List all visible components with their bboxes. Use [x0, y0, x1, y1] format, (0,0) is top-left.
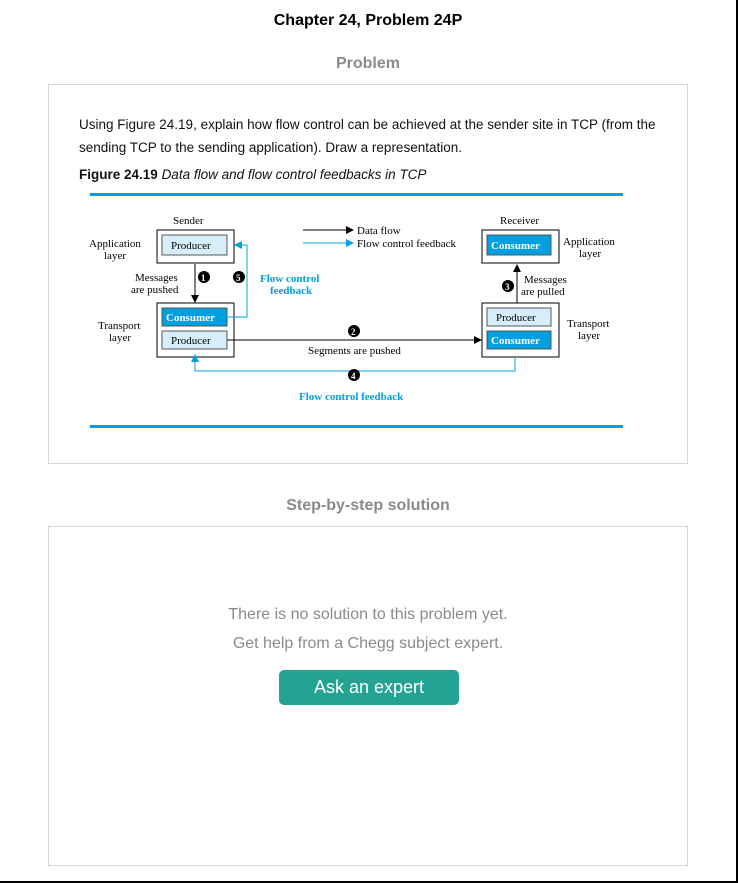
legend-data-flow-label: Data flow — [357, 225, 401, 237]
solution-card: There is no solution to this problem yet… — [48, 526, 688, 866]
step-1-number: 1 — [201, 273, 206, 283]
receiver-transport-layer-label: Transport — [567, 318, 609, 330]
legend-feedback-label: Flow control feedback — [357, 238, 456, 250]
sender-transport-producer-label: Producer — [171, 335, 211, 347]
receiver-producer-label: Producer — [496, 312, 536, 324]
feedback-4-arrow — [191, 354, 516, 372]
step-5-number: 5 — [236, 273, 241, 283]
figure-caption: Figure 24.19 Data flow and flow control … — [79, 167, 426, 182]
no-solution-message: There is no solution to this problem yet… — [228, 606, 508, 623]
sender-transport-layer-label-2: layer — [109, 332, 131, 344]
receiver-transport-consumer-label: Consumer — [491, 335, 540, 347]
sender-label: Sender — [173, 215, 204, 227]
receiver-app-layer-label-2: layer — [579, 248, 601, 260]
figure-bottom-rule — [90, 425, 623, 428]
receiver-label: Receiver — [500, 215, 539, 227]
ask-an-expert-button[interactable]: Ask an expert — [279, 670, 459, 705]
problem-card: Using Figure 24.19, explain how flow con… — [48, 84, 688, 464]
step-2-number: 2 — [351, 327, 356, 337]
step-4-number: 4 — [351, 371, 356, 381]
receiver-app-layer-label: Application — [563, 236, 615, 248]
problem-heading: Problem — [335, 55, 400, 72]
solution-heading: Step-by-step solution — [286, 497, 450, 514]
problem-text: Using Figure 24.19, explain how flow con… — [79, 117, 656, 155]
flow-control-diagram: Sender Application layer Producer Messag… — [89, 215, 615, 403]
bottom-feedback-label: Flow control feedback — [299, 391, 404, 403]
receiver-consumer-label: Consumer — [491, 240, 540, 252]
sender-consumer-label: Consumer — [166, 312, 215, 324]
segments-pushed-label: Segments are pushed — [308, 345, 401, 357]
figure-top-rule — [90, 193, 623, 196]
flow-control-feedback-label-2: feedback — [270, 285, 313, 297]
sender-producer-label: Producer — [171, 240, 211, 252]
messages-pulled-label: Messages — [524, 274, 567, 286]
figure-title: Data flow and flow control feedbacks in … — [161, 167, 427, 182]
messages-pulled-label-2: are pulled — [521, 286, 565, 298]
page-title: Chapter 24, Problem 24P — [273, 12, 463, 29]
messages-pushed-label: Messages — [135, 272, 178, 284]
messages-pushed-label-2: are pushed — [131, 284, 179, 296]
receiver-transport-layer-label-2: layer — [578, 330, 600, 342]
sender-app-layer-label-2: layer — [104, 250, 126, 262]
sender-transport-layer-label: Transport — [98, 320, 140, 332]
sender-app-layer-label: Application — [89, 238, 141, 250]
figure-number: Figure 24.19 — [79, 167, 158, 182]
flow-control-feedback-label: Flow control — [260, 273, 319, 285]
expert-help-message: Get help from a Chegg subject expert. — [232, 635, 504, 652]
step-3-number: 3 — [505, 282, 510, 292]
